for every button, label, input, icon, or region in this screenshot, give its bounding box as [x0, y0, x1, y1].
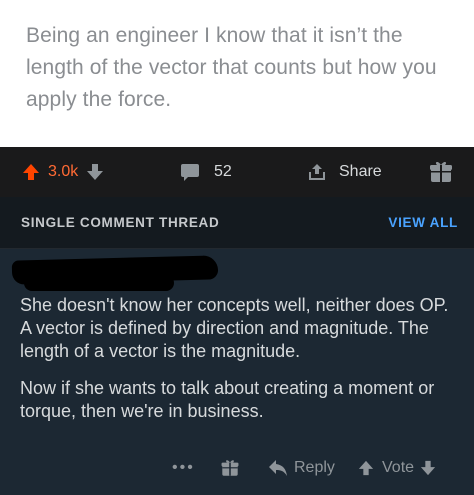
upvote-count: 3.0k: [48, 163, 79, 180]
post-action-bar: 3.0k 52 Share: [0, 147, 474, 197]
comment-vote-group: Vote: [358, 453, 436, 483]
thread-title: SINGLE COMMENT THREAD: [21, 215, 220, 230]
comment-body: She doesn't know her concepts well, neit…: [20, 294, 460, 437]
upvote-arrow-icon[interactable]: [22, 163, 40, 181]
view-all-link[interactable]: VIEW ALL: [388, 215, 458, 230]
reply-label: Reply: [294, 459, 335, 476]
comment-paragraph: She doesn't know her concepts well, neit…: [20, 295, 449, 361]
comment-bubble-icon: [180, 162, 200, 182]
upvote-arrow-icon[interactable]: [358, 460, 374, 476]
reply-arrow-icon: [268, 459, 288, 477]
comment-count: 52: [214, 163, 232, 180]
share-button[interactable]: Share: [307, 147, 382, 197]
reply-button[interactable]: Reply: [268, 453, 335, 483]
award-gift-icon: [428, 159, 454, 185]
more-options-button[interactable]: •••: [172, 453, 195, 483]
comment-action-bar: ••• Reply Vote: [0, 453, 474, 483]
single-comment-thread-header: SINGLE COMMENT THREAD VIEW ALL: [0, 197, 474, 249]
share-label: Share: [339, 163, 382, 180]
comment-paragraph: Now if she wants to talk about creating …: [20, 378, 435, 421]
vote-label: Vote: [382, 459, 415, 476]
redacted-username-scribble: [24, 275, 174, 291]
award-button[interactable]: [428, 147, 454, 197]
comments-button[interactable]: 52: [180, 147, 232, 197]
comment-card: She doesn't know her concepts well, neit…: [0, 249, 474, 495]
award-gift-icon: [220, 458, 240, 478]
downvote-arrow-icon[interactable]: [420, 460, 436, 476]
share-icon: [307, 162, 327, 182]
comment-award-button[interactable]: [220, 453, 240, 483]
post-body-text: Being an engineer I know that it isn’t t…: [0, 0, 474, 147]
post-vote-group: 3.0k: [22, 147, 104, 197]
downvote-arrow-icon[interactable]: [86, 163, 104, 181]
